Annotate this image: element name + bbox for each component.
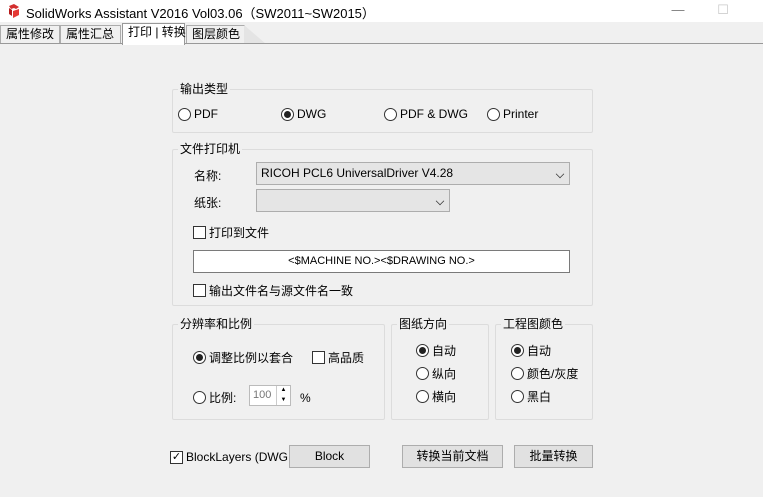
output-dwg-radio[interactable]: DWG: [281, 107, 326, 121]
radio-label: 黑白: [527, 390, 552, 404]
radio-indicator: [416, 390, 429, 403]
block-button[interactable]: Block: [289, 445, 370, 468]
printer-name-select[interactable]: RICOH PCL6 UniversalDriver V4.28: [256, 162, 570, 185]
checkbox-indicator: ✓: [170, 450, 183, 464]
drawing-color-title: 工程图颜色: [501, 317, 566, 331]
radio-label: 自动: [527, 344, 552, 358]
checkbox-label: 高品质: [328, 351, 365, 365]
radio-indicator: [178, 107, 191, 121]
tab-print-convert[interactable]: 打印 | 转换: [122, 23, 186, 45]
output-pdf-radio[interactable]: PDF: [178, 107, 218, 121]
resolution-scale-title: 分辨率和比例: [178, 317, 255, 331]
printer-name-label: 名称:: [194, 169, 222, 183]
output-pdf-dwg-radio[interactable]: PDF & DWG: [384, 107, 468, 121]
radio-indicator: [193, 351, 206, 364]
radio-label: 比例:: [209, 391, 237, 405]
color-grayscale-radio[interactable]: 颜色/灰度: [511, 365, 578, 382]
output-type-title: 输出类型: [178, 82, 231, 96]
stepper-up-icon[interactable]: ▲: [277, 386, 290, 395]
checkbox-label: BlockLayers (DWG: [186, 450, 289, 464]
radio-indicator: [416, 344, 429, 357]
print-to-file-checkbox[interactable]: 打印到文件: [193, 224, 269, 241]
radio-label: 自动: [432, 344, 457, 358]
stepper-buttons: ▲ ▼: [276, 386, 290, 405]
solidworks-app-icon: [9, 4, 19, 18]
title-bar: SolidWorks Assistant V2016 Vol03.06（SW20…: [0, 0, 763, 22]
checkbox-label: 打印到文件: [209, 226, 270, 240]
checkbox-indicator: [193, 284, 206, 297]
minimize-button[interactable]: —: [655, 0, 701, 22]
maximize-button[interactable]: ☐: [700, 0, 746, 22]
tab-property-summary[interactable]: 属性汇总: [60, 25, 121, 44]
radio-label: 颜色/灰度: [527, 367, 579, 381]
radio-label: DWG: [297, 107, 327, 121]
orientation-auto-radio[interactable]: 自动: [416, 342, 456, 359]
tab-property-edit[interactable]: 属性修改: [0, 25, 60, 44]
radio-indicator: [281, 107, 294, 121]
convert-current-button[interactable]: 转换当前文档: [402, 445, 503, 468]
chevron-down-icon: [555, 169, 565, 179]
stepper-down-icon[interactable]: ▼: [277, 396, 290, 405]
file-printer-title: 文件打印机: [178, 142, 243, 156]
tab-strip: 属性修改 属性汇总 打印 | 转换 图层颜色: [0, 23, 763, 45]
paper-select[interactable]: [256, 189, 450, 212]
tab-strip-corner: [244, 25, 266, 44]
radio-indicator: [193, 391, 206, 404]
color-bw-radio[interactable]: 黑白: [511, 388, 551, 405]
orientation-title: 图纸方向: [397, 317, 450, 331]
radio-label: Printer: [503, 107, 539, 121]
scale-value: 100: [253, 389, 272, 401]
chevron-down-icon: [435, 196, 445, 206]
color-auto-radio[interactable]: 自动: [511, 342, 551, 359]
radio-label: PDF & DWG: [400, 107, 468, 121]
radio-label: 纵向: [432, 367, 457, 381]
checkbox-label: 输出文件名与源文件名一致: [209, 284, 354, 298]
radio-indicator: [416, 367, 429, 380]
scale-stepper[interactable]: 100 ▲ ▼: [249, 385, 291, 406]
checkbox-indicator: [193, 226, 206, 239]
match-source-name-checkbox[interactable]: 输出文件名与源文件名一致: [193, 282, 353, 299]
orientation-portrait-radio[interactable]: 纵向: [416, 365, 456, 382]
tab-layer-color[interactable]: 图层颜色: [186, 25, 245, 44]
window-title: SolidWorks Assistant V2016 Vol03.06（SW20…: [26, 6, 375, 21]
batch-convert-button[interactable]: 批量转换: [514, 445, 593, 468]
radio-label: 横向: [432, 390, 457, 404]
radio-indicator: [511, 344, 524, 357]
scale-unit: %: [300, 391, 311, 405]
radio-label: 调整比例以套合: [209, 351, 294, 365]
radio-indicator: [511, 367, 524, 380]
scale-radio[interactable]: 比例:: [193, 389, 236, 406]
radio-label: PDF: [194, 107, 218, 121]
high-quality-checkbox[interactable]: 高品质: [312, 349, 364, 366]
radio-indicator: [511, 390, 524, 403]
filename-pattern-input[interactable]: <$MACHINE NO.><$DRAWING NO.>: [193, 250, 570, 273]
output-printer-radio[interactable]: Printer: [487, 107, 538, 121]
orientation-landscape-radio[interactable]: 横向: [416, 388, 456, 405]
radio-indicator: [384, 107, 397, 121]
checkbox-indicator: [312, 351, 325, 364]
paper-label: 纸张:: [194, 196, 222, 210]
radio-indicator: [487, 107, 500, 121]
printer-name-value: RICOH PCL6 UniversalDriver V4.28: [261, 166, 454, 180]
block-layers-checkbox[interactable]: ✓ BlockLayers (DWG: [170, 450, 288, 464]
fit-to-page-radio[interactable]: 调整比例以套合: [193, 349, 293, 366]
